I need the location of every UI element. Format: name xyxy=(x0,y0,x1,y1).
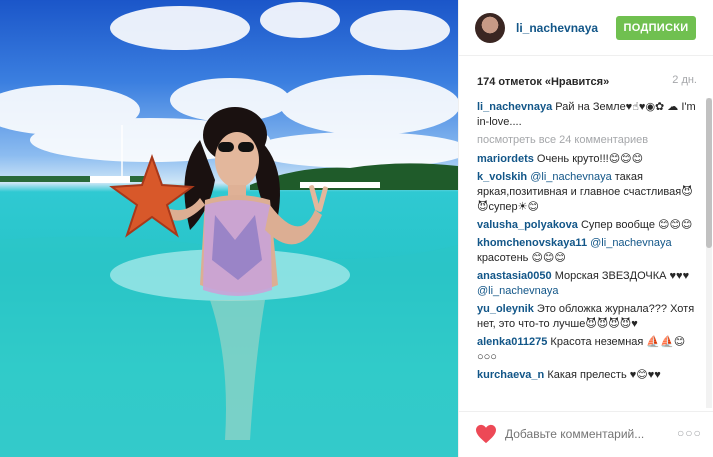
starfish xyxy=(109,154,195,238)
post-time[interactable]: 2 дн. xyxy=(672,74,697,86)
likes-count[interactable]: 174 отметок «Нравится» xyxy=(477,76,609,88)
person xyxy=(215,132,259,188)
comment-text: Очень круто!!!😊😊😊 xyxy=(536,153,644,165)
follow-button[interactable]: ПОДПИСКИ xyxy=(616,16,696,40)
comment: mariordets Очень круто!!!😊😊😊 xyxy=(477,152,699,167)
comment: k_volskih @li_nachevnaya такая яркая,поз… xyxy=(477,170,699,215)
comment-username[interactable]: anastasia0050 xyxy=(477,270,552,282)
comment-username[interactable]: valusha_polyakova xyxy=(477,219,578,231)
likes-row: 174 отметок «Нравится» 2 дн. xyxy=(477,74,699,88)
more-options-icon[interactable]: ○○○ xyxy=(677,426,702,440)
comment-username[interactable]: yu_oleynik xyxy=(477,303,534,315)
caption: li_nachevnaya Рай на Земле♥☝♥◉✿ ☁ I'm in… xyxy=(477,100,699,130)
comment: alenka011275 Красота неземная ⛵⛵😊 ○○○ xyxy=(477,335,699,365)
view-all-comments-link[interactable]: посмотреть все 24 комментариев xyxy=(477,133,699,148)
author-username[interactable]: li_nachevnaya xyxy=(516,21,598,35)
comment-text: Морская ЗВЕЗДОЧКА ♥♥♥ xyxy=(554,270,690,282)
comment-username[interactable]: khomchenovskaya11 xyxy=(477,237,587,249)
comment: yu_oleynik Это обложка журнала??? Хотя н… xyxy=(477,302,699,332)
avatar[interactable] xyxy=(475,13,505,43)
comment-username[interactable]: alenka011275 xyxy=(477,336,547,348)
comment-mention[interactable]: @li_nachevnaya xyxy=(530,171,612,183)
comment-text: Какая прелесть ♥😊♥♥ xyxy=(547,369,661,381)
boat xyxy=(90,176,130,183)
add-comment-input[interactable] xyxy=(505,424,665,444)
comment-mention[interactable]: @li_nachevnaya xyxy=(477,285,559,297)
comment: kurchaeva_n Какая прелесть ♥😊♥♥ xyxy=(477,368,699,383)
post-header: li_nachevnaya ПОДПИСКИ xyxy=(459,0,713,56)
comment: valusha_polyakova Супер вообще 😊😊😊 xyxy=(477,218,699,233)
comments-scrollbar[interactable] xyxy=(706,98,712,408)
comment: anastasia0050 Морская ЗВЕЗДОЧКА ♥♥♥ @li_… xyxy=(477,269,699,299)
comment-username[interactable]: mariordets xyxy=(477,153,534,165)
post-photo[interactable] xyxy=(0,0,458,457)
caption-username[interactable]: li_nachevnaya xyxy=(477,101,552,113)
heart-icon[interactable] xyxy=(475,424,497,444)
comment-mention[interactable]: @li_nachevnaya xyxy=(590,237,672,249)
scrollbar-thumb[interactable] xyxy=(706,98,712,248)
comment-text: красотень 😊😊😊 xyxy=(477,252,566,264)
comment-text: Супер вообще 😊😊😊 xyxy=(580,219,693,231)
photo-scene xyxy=(0,2,458,457)
comment-username[interactable]: kurchaeva_n xyxy=(477,369,544,381)
post-footer: ○○○ xyxy=(459,411,713,457)
comment-username[interactable]: k_volskih xyxy=(477,171,527,183)
post-sidebar: li_nachevnaya ПОДПИСКИ 174 отметок «Нрав… xyxy=(458,0,713,457)
comments-list: li_nachevnaya Рай на Земле♥☝♥◉✿ ☁ I'm in… xyxy=(477,100,699,408)
comment: khomchenovskaya11 @li_nachevnaya красоте… xyxy=(477,236,699,266)
